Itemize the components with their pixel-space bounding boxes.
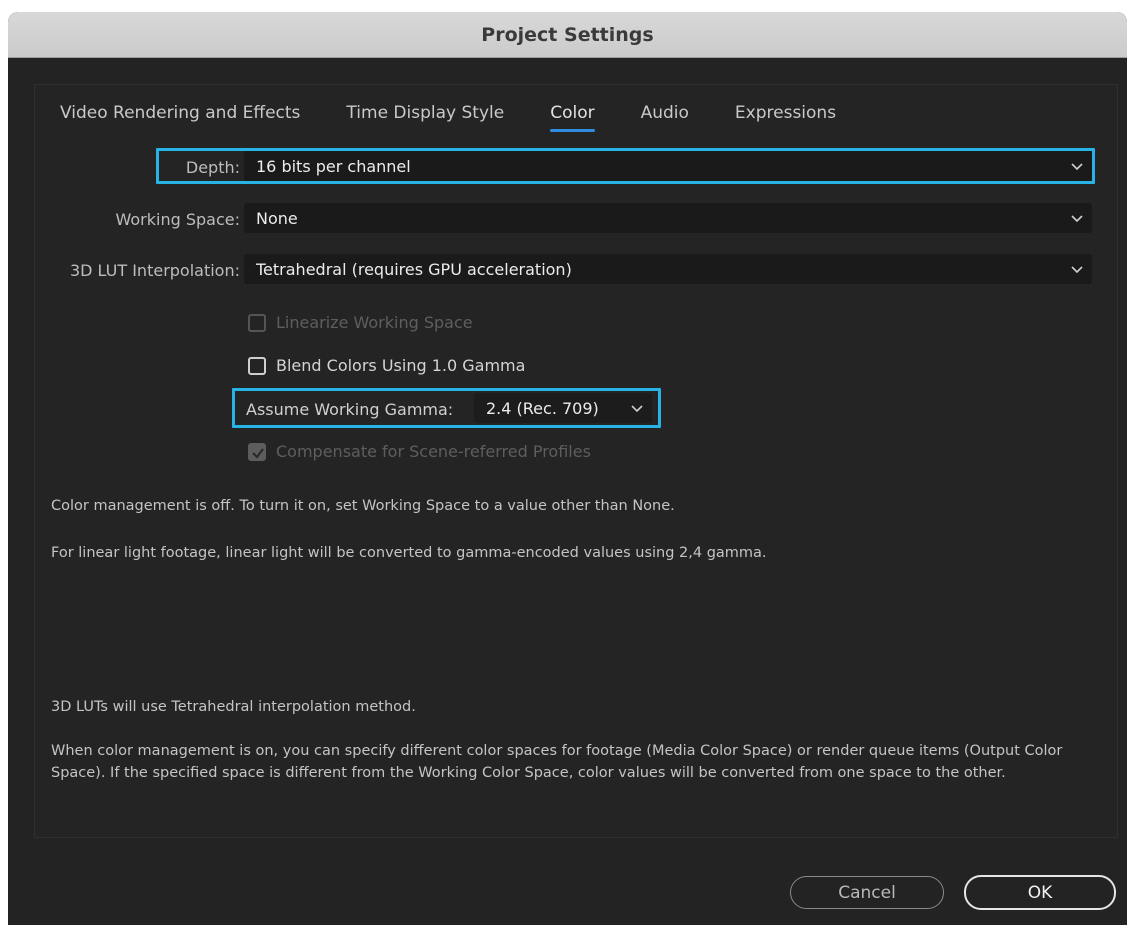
lut-method-note: 3D LUTs will use Tetrahedral interpolati… [51, 699, 416, 715]
color-management-off-note: Color management is off. To turn it on, … [51, 498, 675, 514]
blend-colors-option[interactable]: Blend Colors Using 1.0 Gamma [248, 356, 525, 375]
working-space-label: Working Space: [115, 210, 241, 229]
tab-time-display-style[interactable]: Time Display Style [346, 103, 504, 123]
working-space-dropdown[interactable]: None [244, 203, 1092, 233]
tab-color[interactable]: Color [550, 103, 595, 132]
working-space-value: None [256, 208, 298, 228]
project-settings-dialog: Project Settings Video Rendering and Eff… [8, 12, 1127, 925]
checkmark-icon [252, 447, 264, 459]
dialog-title: Project Settings [481, 23, 654, 46]
chevron-down-icon [1071, 215, 1083, 223]
linearize-label: Linearize Working Space [276, 313, 473, 332]
compensate-profiles-option[interactable]: Compensate for Scene-referred Profiles [248, 442, 591, 461]
color-management-on-note: When color management is on, you can spe… [51, 743, 1063, 781]
blend-colors-label: Blend Colors Using 1.0 Gamma [276, 356, 526, 375]
ok-button[interactable]: OK [964, 875, 1116, 910]
color-settings-panel: Video Rendering and Effects Time Display… [34, 84, 1118, 838]
lut-interpolation-dropdown[interactable]: Tetrahedral (requires GPU acceleration) [244, 254, 1092, 284]
lut-interpolation-label: 3D LUT Interpolation: [69, 261, 240, 280]
linearize-checkbox[interactable] [248, 313, 266, 332]
lut-interpolation-value: Tetrahedral (requires GPU acceleration) [256, 259, 572, 279]
tab-expressions[interactable]: Expressions [735, 103, 836, 123]
compensate-label: Compensate for Scene-referred Profiles [276, 442, 591, 461]
tab-video-rendering[interactable]: Video Rendering and Effects [60, 103, 300, 123]
title-bar[interactable]: Project Settings [8, 12, 1127, 58]
linear-light-note: For linear light footage, linear light w… [51, 545, 767, 561]
linearize-working-space-option[interactable]: Linearize Working Space [248, 313, 473, 332]
compensate-checkbox[interactable] [248, 442, 266, 461]
depth-highlight [156, 148, 1095, 184]
chevron-down-icon [1071, 266, 1083, 274]
blend-colors-checkbox[interactable] [248, 356, 266, 375]
cancel-button[interactable]: Cancel [790, 876, 944, 909]
tab-bar: Video Rendering and Effects Time Display… [60, 85, 882, 141]
tab-audio[interactable]: Audio [641, 103, 689, 123]
working-gamma-highlight [232, 388, 661, 428]
